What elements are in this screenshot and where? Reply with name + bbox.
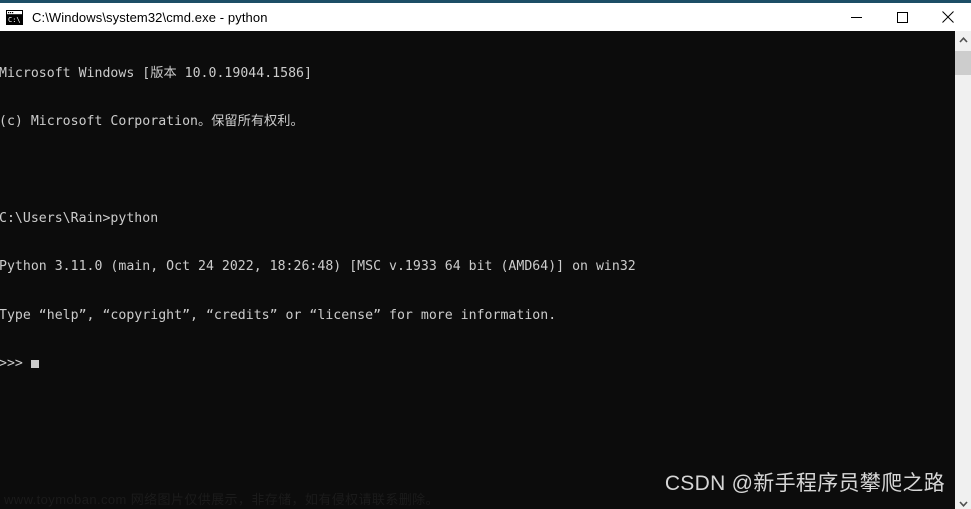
terminal-output-area[interactable]: Microsoft Windows [版本 10.0.19044.1586] (… xyxy=(0,31,955,509)
console-line: Microsoft Windows [版本 10.0.19044.1586] xyxy=(0,66,312,82)
site-disclaimer-watermark: www.toymoban.com 网络图片仅供展示，非存储，如有侵权请联系删除。 xyxy=(4,492,439,507)
console-prompt-line: >>> xyxy=(0,356,636,372)
window-title: C:\Windows\system32\cmd.exe - python xyxy=(32,9,268,25)
close-button[interactable] xyxy=(925,3,971,31)
console-line: Type “help”, “copyright”, “credits” or “… xyxy=(0,307,557,323)
minimize-button[interactable] xyxy=(833,3,879,31)
window-controls xyxy=(833,3,971,31)
maximize-button[interactable] xyxy=(879,3,925,31)
text-cursor xyxy=(30,359,39,368)
python-prompt: >>> xyxy=(0,355,23,371)
chevron-down-icon[interactable] xyxy=(955,495,971,509)
scrollbar-track[interactable] xyxy=(955,48,971,495)
cmd-console-icon: C:\ xyxy=(6,9,23,25)
console-line: C:\Users\Rain>python xyxy=(0,211,159,227)
scrollbar-thumb[interactable] xyxy=(955,51,971,75)
console-line: (c) Microsoft Corporation。保留所有权利。 xyxy=(0,114,304,130)
csdn-watermark: CSDN @新手程序员攀爬之路 xyxy=(664,472,945,495)
vertical-scrollbar[interactable] xyxy=(955,31,971,509)
cmd-window: C:\ C:\Windows\system32\cmd.exe - python xyxy=(0,0,971,509)
console-line: Python 3.11.0 (main, Oct 24 2022, 18:26:… xyxy=(0,259,636,275)
chevron-up-icon[interactable] xyxy=(955,31,971,48)
svg-text:C:\: C:\ xyxy=(8,16,21,24)
title-bar[interactable]: C:\ C:\Windows\system32\cmd.exe - python xyxy=(0,3,971,31)
console-text: Microsoft Windows [版本 10.0.19044.1586] (… xyxy=(0,34,636,404)
